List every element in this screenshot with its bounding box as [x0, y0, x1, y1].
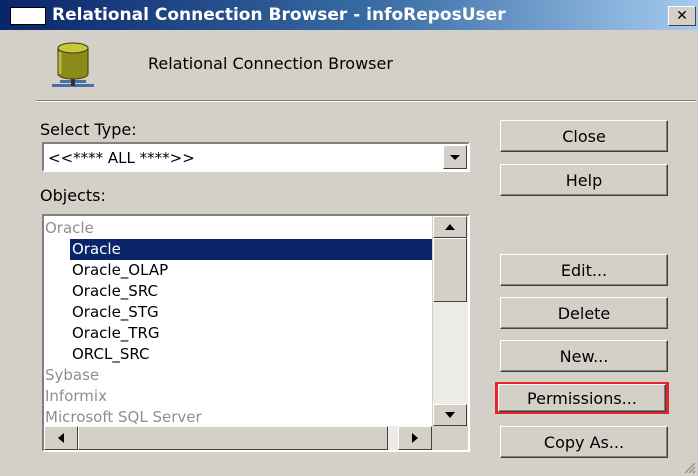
- database-cylinder-icon: [52, 42, 94, 87]
- resize-grip-icon[interactable]: [682, 460, 696, 474]
- list-item[interactable]: Oracle_TRG: [72, 323, 160, 344]
- select-type-value: <<**** ALL ****>>: [48, 149, 195, 167]
- delete-button[interactable]: Delete: [500, 297, 668, 329]
- window-icon: [10, 7, 46, 25]
- list-item[interactable]: ORCL_SRC: [72, 344, 149, 365]
- title-bar[interactable]: Relational Connection Browser - infoRepo…: [0, 0, 698, 30]
- arrow-right-icon: [412, 433, 418, 443]
- help-button[interactable]: Help: [500, 164, 668, 196]
- edit-button[interactable]: Edit...: [500, 254, 668, 286]
- list-item-selected[interactable]: Oracle: [70, 239, 432, 260]
- scroll-thumb[interactable]: [433, 238, 467, 302]
- scroll-right-button[interactable]: [398, 426, 432, 450]
- list-group-header[interactable]: Oracle: [45, 218, 94, 239]
- objects-list[interactable]: Oracle Oracle Oracle_OLAP Oracle_SRC Oracle_…: [42, 214, 470, 452]
- permissions-button[interactable]: Permissions...: [498, 384, 666, 412]
- chevron-down-icon: [450, 155, 460, 160]
- list-group-header[interactable]: Sybase: [45, 365, 99, 386]
- window-title: Relational Connection Browser - infoRepo…: [52, 5, 506, 25]
- arrow-left-icon: [58, 433, 64, 443]
- hscroll-thumb[interactable]: [78, 426, 388, 450]
- new-button[interactable]: New...: [500, 340, 668, 372]
- horizontal-scrollbar[interactable]: [44, 426, 432, 450]
- dropdown-arrow-button[interactable]: [443, 145, 467, 169]
- header-title: Relational Connection Browser: [148, 54, 393, 73]
- select-type-label: Select Type:: [40, 120, 137, 139]
- scrollbar-corner: [432, 426, 468, 450]
- list-item[interactable]: Oracle_SRC: [72, 281, 158, 302]
- scroll-down-button[interactable]: [433, 404, 467, 426]
- arrow-up-icon: [445, 224, 455, 230]
- close-button[interactable]: Close: [500, 120, 668, 152]
- vertical-scrollbar[interactable]: [432, 216, 468, 426]
- arrow-down-icon: [445, 412, 455, 418]
- objects-label: Objects:: [40, 186, 106, 205]
- title-close-button[interactable]: ✕: [668, 6, 696, 26]
- copy-as-button[interactable]: Copy As...: [500, 426, 668, 458]
- header-separator: [36, 100, 696, 102]
- select-type-dropdown[interactable]: <<**** ALL ****>>: [42, 142, 470, 172]
- list-group-header[interactable]: Informix: [45, 386, 107, 407]
- scroll-left-button[interactable]: [44, 426, 78, 450]
- list-group-header[interactable]: Microsoft SQL Server: [45, 407, 202, 428]
- list-item[interactable]: Oracle_STG: [72, 302, 159, 323]
- scroll-up-button[interactable]: [433, 216, 467, 238]
- list-item[interactable]: Oracle_OLAP: [72, 260, 168, 281]
